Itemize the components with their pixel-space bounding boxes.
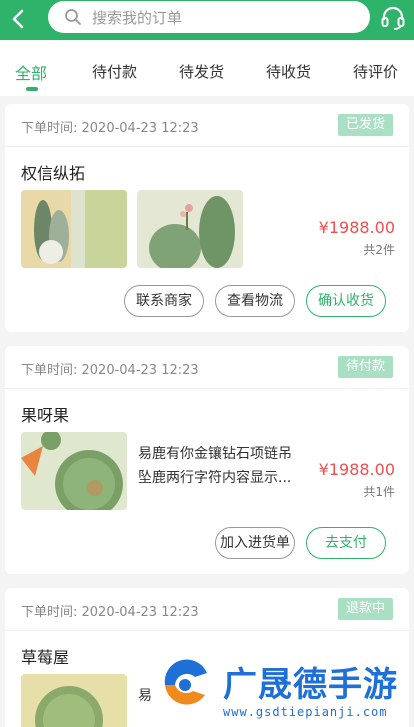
tab-pending-review[interactable]: 待评价 [353, 61, 398, 82]
order-price: ¥1988.00 [318, 218, 395, 237]
tab-all[interactable]: 全部 [15, 60, 47, 84]
shop-name[interactable]: 草莓屋 [21, 644, 69, 668]
tab-pending-payment[interactable]: 待付款 [92, 61, 137, 82]
watermark-title: 广晟德手游 [223, 665, 398, 705]
status-badge: 待付款 [337, 356, 393, 378]
view-logistics-button[interactable]: 查看物流 [215, 285, 295, 317]
divider [5, 388, 409, 389]
divider [5, 630, 409, 631]
back-icon[interactable] [8, 8, 30, 30]
shop-name[interactable]: 果呀果 [21, 402, 69, 426]
search-input[interactable]: 搜索我的订单 [48, 1, 370, 33]
active-tab-indicator [26, 87, 38, 91]
status-badge: 退款中 [337, 598, 393, 620]
order-time: 下单时间: 2020-04-23 12:23 [21, 363, 199, 378]
order-tabs: 全部 待付款 待发货 待收货 待评价 [0, 40, 414, 96]
product-image[interactable] [21, 674, 127, 727]
watermark-logo-icon [155, 655, 217, 713]
product-image[interactable] [137, 190, 243, 268]
shop-name[interactable]: 权信纵拓 [21, 160, 85, 184]
divider [5, 146, 409, 147]
top-bar: 搜索我的订单 [0, 0, 414, 40]
status-badge: 已发货 [337, 114, 393, 136]
add-to-cart-button[interactable]: 加入进货单 [215, 527, 295, 559]
product-image[interactable] [21, 432, 127, 510]
product-image[interactable] [21, 190, 127, 268]
item-count: 共1件 [363, 485, 395, 499]
watermark-url: www.gsdtiepianji.com [223, 705, 388, 719]
search-icon [64, 8, 82, 26]
tab-pending-shipment[interactable]: 待发货 [179, 61, 224, 82]
contact-seller-button[interactable]: 联系商家 [124, 285, 204, 317]
item-count: 共2件 [363, 243, 395, 257]
confirm-receipt-button[interactable]: 确认收货 [306, 285, 386, 317]
pay-button[interactable]: 去支付 [306, 527, 386, 559]
order-card[interactable]: 下单时间: 2020-04-23 12:23 待付款 果呀果 易鹿有你金镶钻石项… [5, 346, 409, 574]
customer-service-icon[interactable] [380, 5, 406, 31]
search-placeholder: 搜索我的订单 [92, 9, 183, 27]
order-price: ¥1988.00 [318, 460, 395, 479]
product-name[interactable]: 易鹿有你金镶钻石项链吊坠鹿两行字符内容显示... [138, 442, 304, 490]
order-card[interactable]: 下单时间: 2020-04-23 12:23 已发货 权信纵拓 ¥1988.00… [5, 104, 409, 332]
watermark: 广晟德手游 www.gsdtiepianji.com [155, 653, 414, 727]
order-time: 下单时间: 2020-04-23 12:23 [21, 121, 199, 136]
order-time: 下单时间: 2020-04-23 12:23 [21, 605, 199, 620]
tab-pending-receipt[interactable]: 待收货 [266, 61, 311, 82]
